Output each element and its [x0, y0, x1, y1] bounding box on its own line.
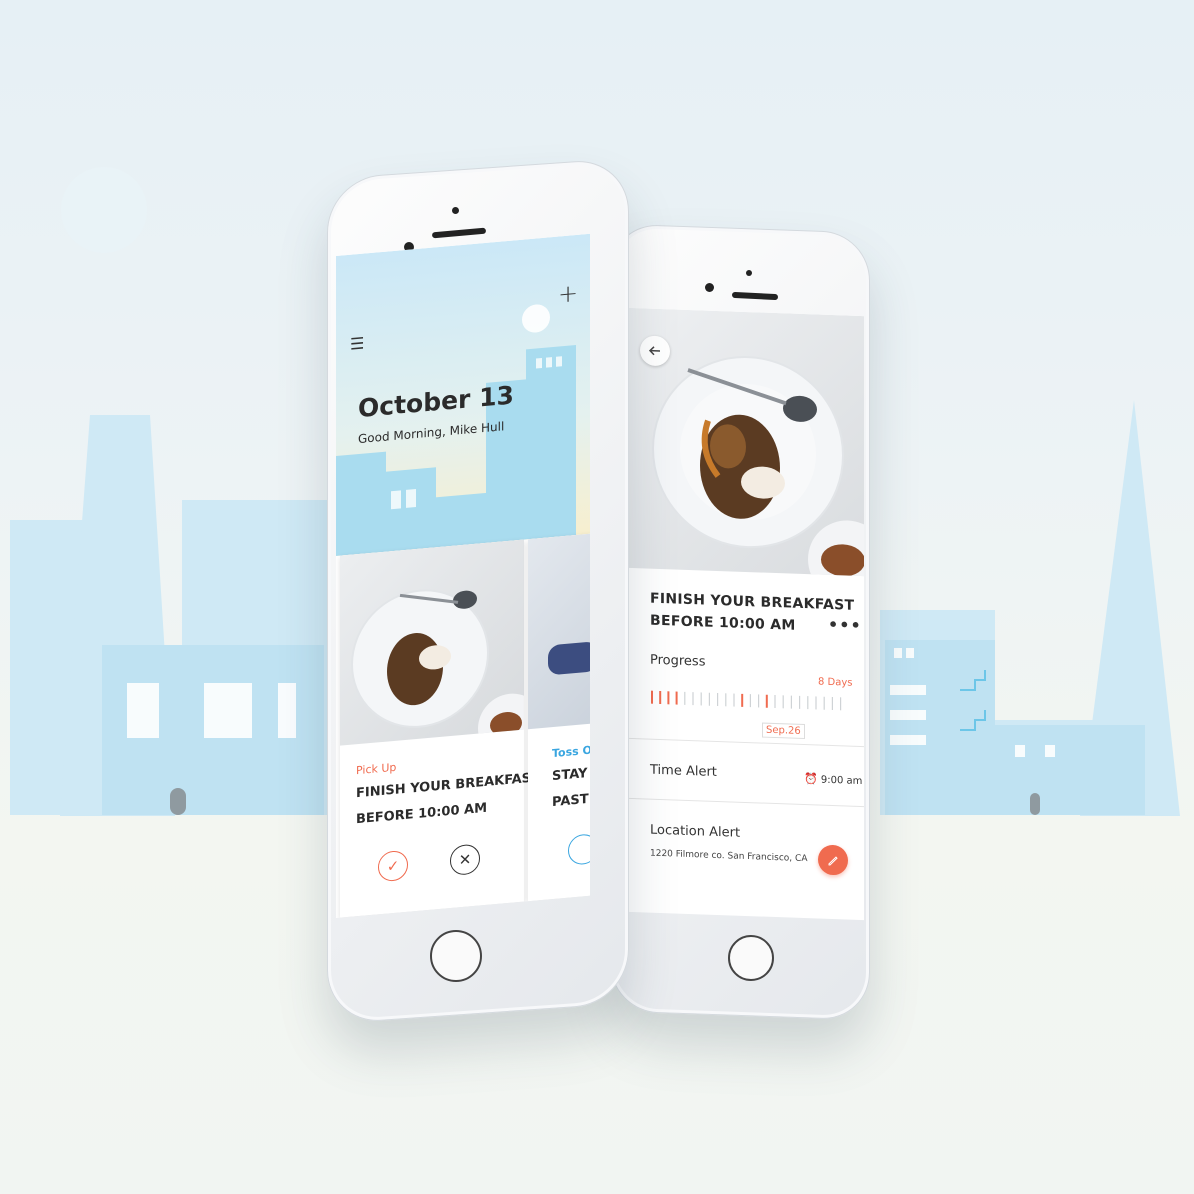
progress-days: 8 Days — [818, 676, 853, 689]
close-icon: ✕ — [458, 850, 472, 870]
menu-button[interactable]: ☰ — [350, 334, 364, 354]
accept-button[interactable] — [568, 833, 590, 866]
card-photo — [340, 539, 542, 758]
task-card[interactable]: Pick Up FINISH YOUR BREAKFAST BEFORE 10:… — [340, 539, 542, 918]
task-card[interactable]: Toss Ou STAY PAST — [528, 530, 590, 902]
right-screen: FINISH YOUR BREAKFAST BEFORE 10:00 AM ••… — [628, 307, 864, 921]
left-phone-home-button[interactable] — [430, 930, 482, 982]
plus-icon: + — [558, 278, 579, 309]
more-options-button[interactable]: ••• — [828, 615, 862, 635]
progress-ticks — [650, 689, 850, 711]
progress-date-marker: Sep.26 — [762, 722, 805, 740]
detail-title-line2: BEFORE 10:00 AM — [650, 612, 796, 634]
accept-button[interactable]: ✓ — [378, 849, 408, 883]
alarm-clock-icon: ⏰ — [804, 772, 818, 786]
left-phone-sensor — [452, 207, 459, 214]
detail-title-line1: FINISH YOUR BREAKFAST — [650, 590, 855, 614]
hamburger-icon: ☰ — [350, 333, 365, 354]
scene: FINISH YOUR BREAKFAST BEFORE 10:00 AM ••… — [0, 0, 1194, 1194]
right-phone-sensor — [746, 270, 752, 276]
add-button[interactable]: + — [558, 279, 578, 309]
time-alert-time: 9:00 am — [820, 774, 863, 788]
card-category: Toss Ou — [552, 742, 590, 761]
location-alert-address: 1220 Filmore co. San Francisco, CA — [650, 848, 808, 865]
divider — [628, 737, 864, 748]
pencil-icon — [828, 856, 838, 866]
card-category: Pick Up — [356, 760, 397, 778]
reject-button[interactable]: ✕ — [450, 843, 480, 877]
location-alert-label: Location Alert — [650, 822, 741, 841]
card-title-line2: BEFORE 10:00 AM — [356, 800, 488, 828]
card-title-line1: STAY — [552, 766, 588, 785]
right-phone-home-button[interactable] — [728, 935, 774, 981]
back-button[interactable] — [640, 335, 670, 367]
arrow-left-icon — [648, 346, 660, 356]
more-dots-icon: ••• — [828, 614, 862, 636]
progress-label: Progress — [650, 652, 706, 670]
divider — [628, 797, 864, 808]
edit-location-button[interactable] — [818, 844, 848, 876]
check-icon: ✓ — [386, 856, 400, 876]
time-alert-value[interactable]: ⏰ 9:00 am — [804, 772, 862, 787]
time-alert-label: Time Alert — [650, 762, 717, 780]
pillow — [548, 641, 590, 676]
left-screen: ☰ + October 13 Good Morning, Mike Hull P… — [336, 233, 590, 918]
right-phone-camera — [705, 283, 714, 292]
card-photo — [528, 530, 590, 730]
card-title-line2: PAST — [552, 791, 589, 811]
